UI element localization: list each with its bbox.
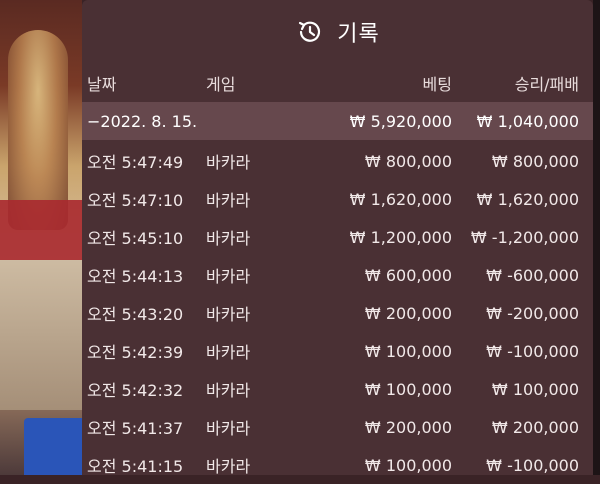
row-result: ₩ -100,000 — [486, 455, 579, 475]
row-game: 바카라 — [206, 457, 251, 476]
row-game: 바카라 — [206, 305, 251, 324]
row-time: 오전 5:47:49 — [87, 153, 184, 172]
row-game: 바카라 — [206, 191, 251, 210]
row-bet: ₩ 100,000 — [364, 455, 452, 475]
row-time: 오전 5:47:10 — [87, 191, 184, 210]
page-title: 기록 — [337, 22, 380, 47]
chip-button[interactable] — [24, 418, 82, 475]
table-row[interactable]: 오전 5:47:10 바카라 ₩ 1,620,000 ₩ 1,620,000 — [82, 180, 593, 218]
row-bet: ₩ 100,000 — [364, 341, 452, 361]
panel-edge — [593, 0, 600, 475]
row-game: 바카라 — [206, 229, 251, 248]
row-result: ₩ -600,000 — [486, 265, 579, 285]
table-row[interactable]: 오전 5:44:13 바카라 ₩ 600,000 ₩ -600,000 — [82, 256, 593, 294]
row-result: ₩ 100,000 — [491, 379, 579, 399]
row-result: ₩ -200,000 — [486, 303, 579, 323]
game-video-background — [0, 0, 82, 475]
table-cloth — [0, 260, 82, 410]
column-headers: 날짜 게임 베팅 승리/패배 — [82, 64, 593, 102]
row-bet: ₩ 800,000 — [364, 151, 452, 171]
row-game: 바카라 — [206, 267, 251, 286]
row-result: ₩ -1,200,000 — [470, 227, 579, 247]
table-row[interactable]: 오전 5:45:10 바카라 ₩ 1,200,000 ₩ -1,200,000 — [82, 218, 593, 256]
column-header-game[interactable]: 게임 — [206, 64, 235, 102]
row-time: 오전 5:43:20 — [87, 305, 184, 324]
table-row[interactable]: 오전 5:47:49 바카라 ₩ 800,000 ₩ 800,000 — [82, 142, 593, 180]
date-summary-row[interactable]: −2022. 8. 15. ₩ 5,920,000 ₩ 1,040,000 — [82, 102, 593, 140]
summary-result: ₩ 1,040,000 — [476, 111, 579, 131]
row-time: 오전 5:42:39 — [87, 343, 184, 362]
row-result: ₩ 1,620,000 — [476, 189, 579, 209]
row-bet: ₩ 1,620,000 — [349, 189, 452, 209]
row-result: ₩ 800,000 — [491, 151, 579, 171]
row-bet: ₩ 600,000 — [364, 265, 452, 285]
table-row[interactable]: 오전 5:42:39 바카라 ₩ 100,000 ₩ -100,000 — [82, 332, 593, 370]
row-bet: ₩ 1,200,000 — [349, 227, 452, 247]
row-time: 오전 5:41:37 — [87, 419, 184, 438]
row-game: 바카라 — [206, 419, 251, 438]
row-time: 오전 5:42:32 — [87, 381, 184, 400]
row-bet: ₩ 200,000 — [364, 417, 452, 437]
summary-date: −2022. 8. 15. — [87, 111, 198, 131]
summary-bet: ₩ 5,920,000 — [349, 111, 452, 131]
history-header: 기록 — [82, 0, 593, 64]
table-row[interactable]: 오전 5:42:32 바카라 ₩ 100,000 ₩ 100,000 — [82, 370, 593, 408]
table-row[interactable]: 오전 5:43:20 바카라 ₩ 200,000 ₩ -200,000 — [82, 294, 593, 332]
column-header-bet[interactable]: 베팅 — [423, 64, 452, 102]
row-time: 오전 5:41:15 — [87, 457, 184, 476]
row-bet: ₩ 100,000 — [364, 379, 452, 399]
table-row[interactable]: 오전 5:41:37 바카라 ₩ 200,000 ₩ 200,000 — [82, 408, 593, 446]
column-header-result[interactable]: 승리/패배 — [515, 64, 579, 102]
table-felt — [0, 200, 82, 260]
row-result: ₩ -100,000 — [486, 341, 579, 361]
row-game: 바카라 — [206, 381, 251, 400]
row-game: 바카라 — [206, 153, 251, 172]
row-bet: ₩ 200,000 — [364, 303, 452, 323]
history-panel: 기록 날짜 게임 베팅 승리/패배 −2022. 8. 15. ₩ 5,920,… — [82, 0, 593, 476]
column-header-date[interactable]: 날짜 — [87, 64, 116, 102]
row-result: ₩ 200,000 — [491, 417, 579, 437]
row-time: 오전 5:44:13 — [87, 267, 184, 286]
history-clock-icon — [295, 17, 325, 47]
table-row[interactable]: 오전 5:41:15 바카라 ₩ 100,000 ₩ -100,000 — [82, 446, 593, 484]
row-time: 오전 5:45:10 — [87, 229, 184, 248]
row-game: 바카라 — [206, 343, 251, 362]
